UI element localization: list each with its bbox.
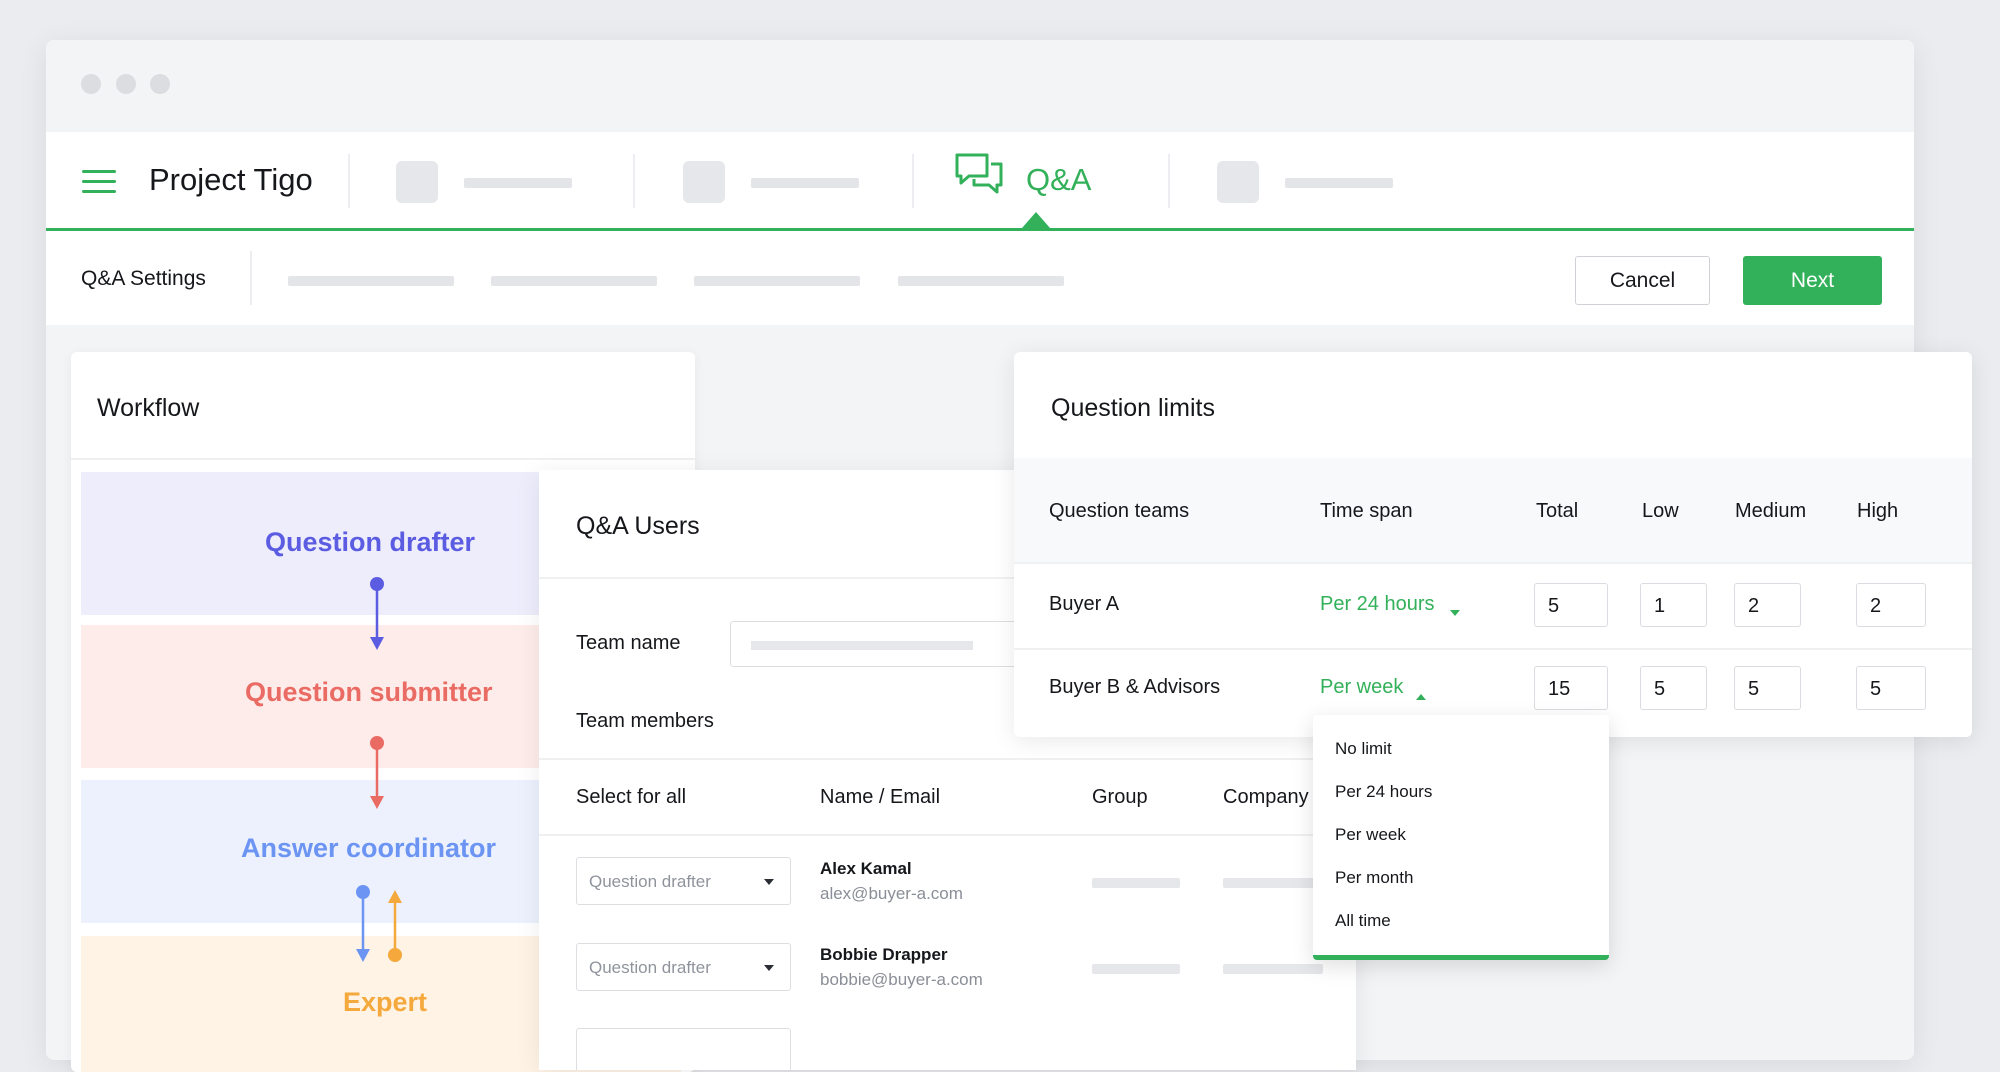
cancel-button[interactable]: Cancel <box>1575 256 1710 305</box>
time-span-select[interactable]: Per week <box>1320 676 1403 699</box>
window-titlebar <box>46 40 1914 132</box>
arrow-drafter-to-submitter <box>370 577 384 650</box>
chevron-down-icon <box>764 965 774 971</box>
nav-divider <box>912 154 914 208</box>
subtab-placeholder[interactable] <box>288 276 454 286</box>
company-placeholder <box>1223 964 1323 974</box>
placeholder-icon <box>1217 161 1259 203</box>
column-header-total: Total <box>1536 500 1579 522</box>
high-input[interactable]: 2 <box>1856 583 1926 627</box>
role-select-value: Question drafter <box>589 872 711 891</box>
divider <box>539 758 1356 760</box>
caret-down-icon[interactable] <box>1450 610 1460 616</box>
subtab-placeholder[interactable] <box>491 276 657 286</box>
qa-users-title: Q&A Users <box>576 512 700 540</box>
menu-icon[interactable] <box>82 170 116 194</box>
placeholder-label <box>751 178 859 188</box>
arrow-expert-to-coordinator <box>388 890 402 962</box>
settings-subbar: Q&A Settings Cancel Next <box>46 231 1914 325</box>
dropdown-option-no-limit[interactable]: No limit <box>1335 739 1392 759</box>
total-input[interactable]: 15 <box>1534 666 1608 710</box>
user-email: alex@buyer-a.com <box>820 884 963 903</box>
placeholder-icon <box>683 161 725 203</box>
team-name: Buyer B & Advisors <box>1049 676 1221 698</box>
window-minimize-dot[interactable] <box>116 74 136 94</box>
chat-bubbles-icon <box>955 153 1003 194</box>
divider <box>1014 562 1972 564</box>
user-name: Alex Kamal <box>820 859 912 878</box>
column-header-question-teams: Question teams <box>1049 500 1190 522</box>
chevron-down-icon <box>764 879 774 885</box>
placeholder-label <box>1285 178 1393 188</box>
next-button[interactable]: Next <box>1743 256 1882 305</box>
column-header-select-all[interactable]: Select for all <box>576 786 686 809</box>
column-header-medium: Medium <box>1735 500 1807 522</box>
team-members-label: Team members <box>576 710 714 732</box>
arrow-coordinator-to-expert <box>356 885 370 962</box>
window-close-dot[interactable] <box>81 74 101 94</box>
placeholder-label <box>464 178 572 188</box>
dropdown-option-all-time[interactable]: All time <box>1335 911 1391 931</box>
high-input[interactable]: 5 <box>1856 666 1926 710</box>
time-span-dropdown: No limit Per 24 hours Per week Per month… <box>1313 715 1609 960</box>
low-input[interactable]: 1 <box>1640 583 1707 627</box>
dropdown-option-per-month[interactable]: Per month <box>1335 868 1413 888</box>
placeholder-icon <box>396 161 438 203</box>
question-limits-card: Question limits Question teams Time span… <box>1014 352 1972 737</box>
top-navigation: Project Tigo Q&A <box>46 132 1914 231</box>
arrow-submitter-to-coordinator <box>370 736 384 809</box>
column-header-time-span: Time span <box>1320 500 1413 522</box>
time-span-select[interactable]: Per 24 hours <box>1320 593 1435 616</box>
medium-input[interactable]: 2 <box>1734 583 1801 627</box>
team-name-input[interactable] <box>730 621 1062 667</box>
group-placeholder <box>1092 964 1180 974</box>
role-select[interactable]: Question drafter <box>576 943 791 991</box>
total-input[interactable]: 5 <box>1534 583 1608 627</box>
team-name-label: Team name <box>576 632 681 654</box>
team-name: Buyer A <box>1049 593 1120 615</box>
divider <box>1014 648 1972 650</box>
column-header-company: Company <box>1223 786 1309 808</box>
medium-input[interactable]: 5 <box>1734 666 1801 710</box>
subbar-divider <box>250 251 252 305</box>
column-header-high: High <box>1857 500 1899 522</box>
nav-divider <box>1168 154 1170 208</box>
user-email: bobbie@buyer-a.com <box>820 970 983 989</box>
role-select[interactable]: Question drafter <box>576 857 791 905</box>
input-placeholder <box>751 641 973 650</box>
company-placeholder <box>1223 878 1323 888</box>
column-header-name-email: Name / Email <box>820 786 941 808</box>
settings-title: Q&A Settings <box>81 267 206 290</box>
divider <box>539 834 1356 836</box>
subtab-placeholder[interactable] <box>694 276 860 286</box>
nav-divider <box>348 154 350 208</box>
dropdown-option-per-week[interactable]: Per week <box>1335 825 1406 845</box>
nav-divider <box>633 154 635 208</box>
active-tab-indicator <box>1022 212 1050 228</box>
low-input[interactable]: 5 <box>1640 666 1707 710</box>
user-name: Bobbie Drapper <box>820 945 948 964</box>
project-title: Project Tigo <box>149 162 313 197</box>
role-select-value: Question drafter <box>589 958 711 977</box>
column-header-group: Group <box>1092 786 1148 808</box>
tab-qa-label: Q&A <box>1026 162 1092 197</box>
role-select[interactable] <box>576 1028 791 1070</box>
column-header-low: Low <box>1642 500 1679 522</box>
caret-up-icon[interactable] <box>1416 694 1426 700</box>
subtab-placeholder[interactable] <box>898 276 1064 286</box>
window-maximize-dot[interactable] <box>150 74 170 94</box>
dropdown-option-per-24-hours[interactable]: Per 24 hours <box>1335 782 1432 802</box>
group-placeholder <box>1092 878 1180 888</box>
question-limits-title: Question limits <box>1051 394 1215 422</box>
